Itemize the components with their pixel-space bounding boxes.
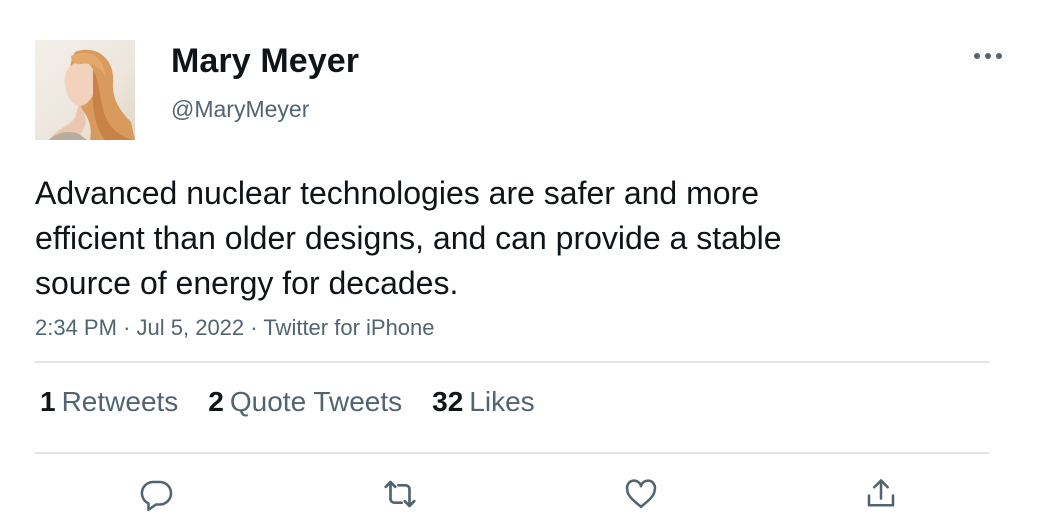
tweet-text: Advanced nuclear technologies are safer … bbox=[35, 171, 935, 306]
avatar-photo bbox=[49, 49, 135, 140]
tweet-text-line: Advanced nuclear technologies are safer … bbox=[35, 175, 759, 211]
share-icon[interactable] bbox=[861, 474, 901, 514]
likes-count: 32 bbox=[432, 386, 464, 417]
author-display-name[interactable]: Mary Meyer bbox=[171, 42, 359, 81]
divider bbox=[35, 452, 989, 454]
more-icon[interactable] bbox=[970, 42, 1006, 70]
tweet-date[interactable]: Jul 5, 2022 bbox=[137, 315, 245, 340]
divider bbox=[35, 361, 989, 363]
reply-icon[interactable] bbox=[136, 474, 176, 514]
likes-stat[interactable]: 32 Likes bbox=[432, 386, 535, 418]
tweet-text-line: efficient than older designs, and can pr… bbox=[35, 220, 782, 256]
quote-tweets-stat[interactable]: 2 Quote Tweets bbox=[208, 386, 402, 418]
tweet-source[interactable]: Twitter for iPhone bbox=[263, 315, 434, 340]
tweet-stats: 1 Retweets 2 Quote Tweets 32 Likes bbox=[40, 386, 535, 418]
avatar[interactable] bbox=[35, 40, 135, 140]
tweet-meta: 2:34 PM · Jul 5, 2022 · Twitter for iPho… bbox=[35, 315, 435, 341]
retweet-icon[interactable] bbox=[380, 474, 420, 514]
likes-label: Likes bbox=[469, 386, 535, 417]
tweet-text-line: source of energy for decades. bbox=[35, 265, 459, 301]
retweets-count: 1 bbox=[40, 386, 56, 417]
like-icon[interactable] bbox=[621, 474, 661, 514]
retweets-label: Retweets bbox=[61, 386, 179, 417]
retweets-stat[interactable]: 1 Retweets bbox=[40, 386, 178, 418]
author-handle[interactable]: @MaryMeyer bbox=[171, 96, 309, 123]
quote-tweets-count: 2 bbox=[208, 386, 224, 417]
tweet-time[interactable]: 2:34 PM bbox=[35, 315, 117, 340]
meta-separator: · bbox=[123, 315, 131, 340]
quote-tweets-label: Quote Tweets bbox=[229, 386, 403, 417]
meta-separator: · bbox=[250, 315, 258, 340]
